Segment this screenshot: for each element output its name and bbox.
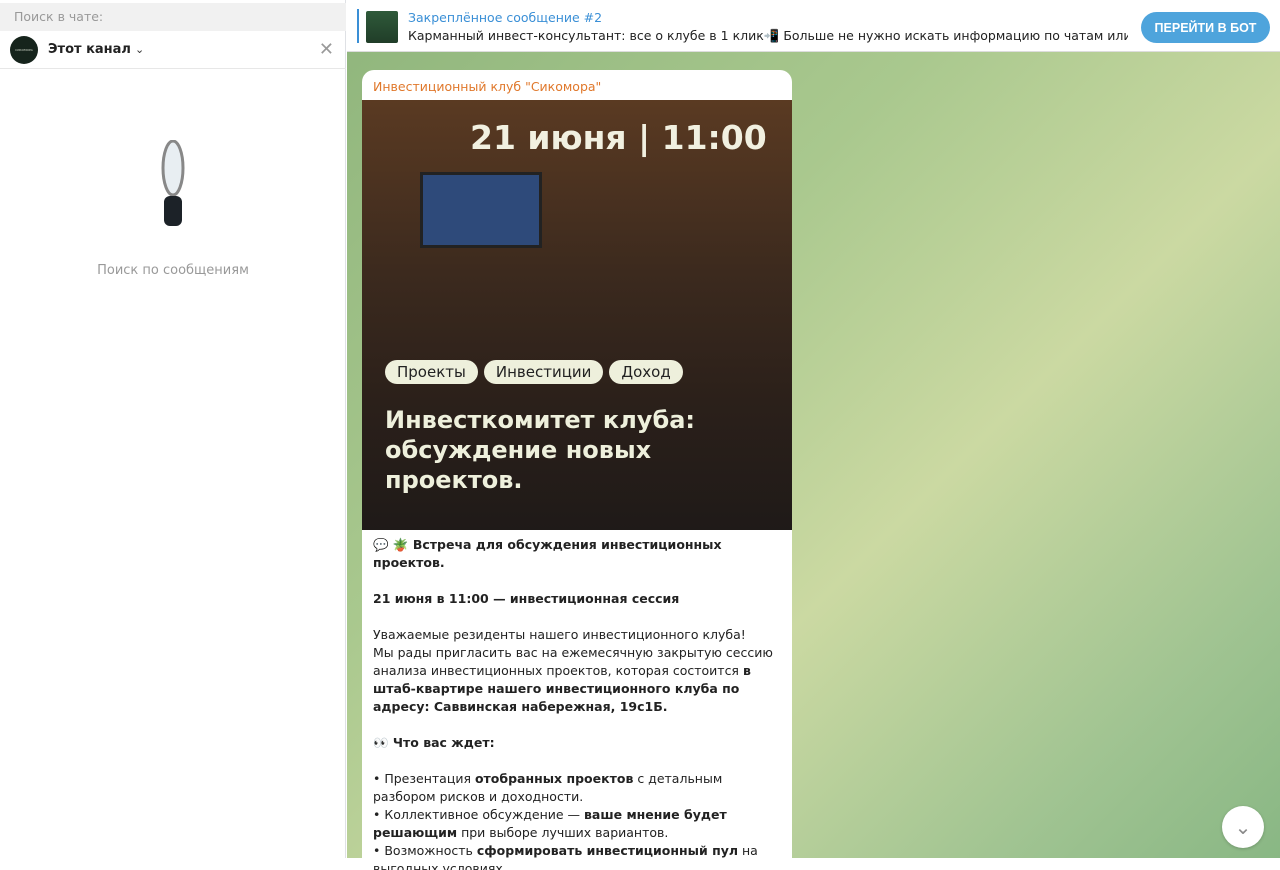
text: отобранных проектов — [474, 771, 634, 786]
message-bubble: Инвестиционный клуб "Сикомора" 21 июня |… — [362, 70, 792, 870]
avatar: СИКОМОРА — [10, 35, 38, 64]
pinned-message-bar[interactable]: Закреплённое сообщение #2 Карманный инве… — [347, 0, 1280, 52]
photo-tag: Доход — [609, 360, 683, 384]
text-date: 21 июня в 11:00 — инвестиционная сессия — [373, 591, 680, 606]
pinned-title: Закреплённое сообщение #2 — [408, 10, 603, 25]
scroll-down-button[interactable]: ⌄ — [1222, 806, 1264, 848]
search-scope[interactable]: СИКОМОРА Этот канал ⌄ ✕ — [0, 31, 346, 69]
photo-tag: Проекты — [385, 360, 478, 384]
message-photo[interactable]: 21 июня | 11:00 Проекты Инвестиции Доход… — [362, 100, 792, 530]
text: Уважаемые резиденты нашего инвестиционно… — [373, 627, 746, 642]
message-author[interactable]: Инвестиционный клуб "Сикомора" — [373, 79, 601, 94]
chevron-down-icon: ⌄ — [1234, 815, 1252, 839]
chat-area: Закреплённое сообщение #2 Карманный инве… — [347, 0, 1280, 870]
message-text: 💬 🪴 Встреча для обсуждения инвестиционны… — [373, 536, 783, 870]
chevron-down-icon[interactable]: ⌄ — [135, 43, 144, 56]
photo-headline: Инвесткомитет клуба: обсуждение новых пр… — [385, 406, 695, 494]
magnifier-icon — [161, 140, 185, 226]
pin-indicator — [357, 9, 359, 43]
photo-date: 21 июня | 11:00 — [470, 118, 767, 157]
text: Мы рады пригласить вас на ежемесячную за… — [373, 645, 773, 678]
chat-search-input[interactable]: Поиск в чате: — [0, 3, 346, 31]
photo-tag: Инвестиции — [483, 360, 604, 384]
pinned-text: Карманный инвест-консультант: все о клуб… — [408, 28, 1128, 43]
text: сформировать инвестиционный пул — [476, 843, 739, 858]
text: • Презентация — [373, 771, 475, 786]
pinned-thumbnail — [366, 11, 398, 43]
text-heading: 💬 🪴 Встреча для обсуждения инвестиционны… — [373, 537, 722, 570]
text: при выборе лучших вариантов. — [457, 825, 669, 840]
text-subheading: 👀 Что вас ждет: — [373, 735, 495, 750]
close-icon[interactable]: ✕ — [319, 39, 334, 60]
go-to-bot-button[interactable]: ПЕРЕЙТИ В БОТ — [1141, 12, 1270, 43]
empty-state-text: Поиск по сообщениям — [97, 263, 249, 278]
text: • Коллективное обсуждение — — [373, 807, 584, 822]
text: • Возможность — [373, 843, 477, 858]
scope-label[interactable]: Этот канал — [48, 42, 131, 57]
search-panel: Поиск в чате: СИКОМОРА Этот канал ⌄ ✕ По… — [0, 0, 346, 858]
presentation-screen — [420, 172, 542, 248]
